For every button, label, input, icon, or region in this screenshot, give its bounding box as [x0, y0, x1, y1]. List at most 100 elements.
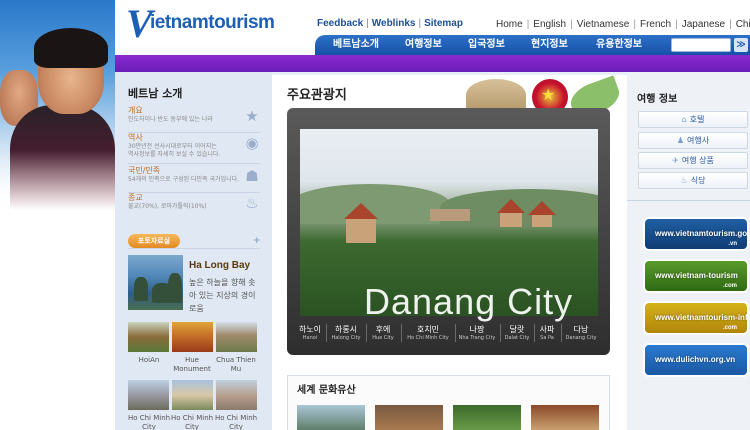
hero-portrait-photo: [0, 0, 115, 210]
banner-vietnamtourism-gov[interactable]: www.vietnamtourism.gov .vn: [643, 217, 749, 251]
logo-letter: V: [126, 1, 153, 46]
travel-info-title: 여행 정보: [637, 94, 678, 105]
photo-gallery-tab[interactable]: 포토자료실: [128, 234, 180, 248]
feature-desc: 높은 하늘을 향해 솟아 있는 지상의 경이로움: [189, 278, 256, 313]
feature-title[interactable]: Ha Long Bay: [189, 260, 250, 272]
villa: [532, 213, 552, 227]
separator: |: [366, 18, 369, 29]
sidebar-item-desc: 30만년전 선사시대로부터 이어지는: [128, 143, 217, 150]
thumb-caption: Ho Chi Minh City: [127, 414, 171, 430]
city-tab-nha-trang[interactable]: 나짱 Nha Trang City: [457, 325, 497, 342]
thumb-hoian[interactable]: [128, 322, 169, 352]
lang-chinese-link[interactable]: Chinese: [736, 19, 750, 30]
travel-products-button[interactable]: ✈ 여행 상품: [638, 152, 748, 169]
divider: [401, 324, 402, 342]
header-decoration: [460, 73, 625, 111]
heritage-thumb-1[interactable]: [297, 405, 365, 430]
thumb-ho-chi-minh-2[interactable]: [172, 380, 213, 410]
city-tab-sapa[interactable]: 사파 Sa Pa: [536, 325, 558, 342]
pagoda-roof: [344, 203, 378, 219]
city-tab-danang[interactable]: 다낭 Danang City: [563, 325, 599, 342]
nav-item-useful-info[interactable]: 유용한정보: [596, 38, 642, 52]
separator: |: [729, 19, 732, 30]
plane-icon: ✈: [672, 156, 679, 165]
sidebar-item-title: 종교: [128, 193, 143, 202]
city-name-ko: 호치민: [416, 325, 440, 334]
town: [430, 209, 470, 221]
feedback-link[interactable]: Feedback: [317, 18, 363, 29]
lang-english-link[interactable]: English: [533, 19, 566, 30]
people-icon: ☗: [245, 167, 259, 185]
search-button[interactable]: ≫: [734, 38, 748, 52]
city-name-en: Nha Trang City: [458, 335, 496, 341]
site-logo[interactable]: V ietnamtourism: [126, 4, 296, 46]
city-name-ko: 나짱: [469, 325, 485, 334]
agency-label: 여행사: [687, 136, 710, 145]
logo-wordmark: ietnamtourism: [150, 12, 275, 33]
globe-icon: ◉: [245, 134, 259, 152]
city-name-en: Hue City: [372, 335, 394, 341]
divider: [326, 324, 327, 342]
city-name-ko: 하노이: [298, 325, 322, 334]
sidebar-item-people[interactable]: 국민/민족 54개의 민족으로 구성된 다민족 국가입니다. ☗: [128, 166, 260, 193]
heritage-thumb-2[interactable]: [375, 405, 443, 430]
girl-hair: [34, 28, 108, 68]
more-photos-button[interactable]: +: [253, 236, 261, 246]
separator: |: [675, 19, 678, 30]
city-name-ko: 사파: [539, 325, 555, 334]
banner-vietnam-tourism-com[interactable]: www.vietnam-tourism .com: [643, 259, 749, 293]
sidebar-item-desc: 인도차이나 반도 동부에 있는 나라: [128, 116, 213, 123]
banner-suffix: .com: [722, 325, 737, 331]
divider: [366, 324, 367, 342]
nav-item-local-info[interactable]: 현지정보: [531, 38, 568, 52]
city-tab-hue[interactable]: 후에 Hue City: [369, 325, 397, 342]
banner-dulichvn[interactable]: www.dulichvn.org.vn: [643, 343, 749, 377]
city-name-en: Ho Chi Minh City: [407, 335, 449, 341]
home-link[interactable]: Home: [496, 19, 523, 30]
thumb-hue-monument[interactable]: [172, 322, 213, 352]
heritage-thumb-3[interactable]: [453, 405, 521, 430]
city-tab-dalat[interactable]: 달랏 Dalat City: [503, 325, 531, 342]
hotel-label: 호텔: [689, 115, 705, 124]
travel-agency-button[interactable]: ♟ 여행사: [638, 132, 748, 149]
thumb-ho-chi-minh-3[interactable]: [216, 380, 257, 410]
sidebar-item-overview[interactable]: 개요 인도차이나 반도 동부에 있는 나라 ★: [128, 106, 260, 133]
sitemap-link[interactable]: Sitemap: [424, 18, 463, 29]
hotel-button[interactable]: ⌂ 호텔: [638, 111, 748, 128]
page-title: 주요관광지: [287, 88, 347, 103]
lang-japanese-link[interactable]: Japanese: [682, 19, 725, 30]
nav-item-travel-info[interactable]: 여행정보: [405, 38, 442, 52]
thumb-chua-thien-mu[interactable]: [216, 322, 257, 352]
separator: |: [418, 18, 422, 29]
divider: [455, 324, 456, 342]
search-input[interactable]: [671, 38, 731, 52]
thumb-ho-chi-minh-1[interactable]: [128, 380, 169, 410]
banner-suffix: .com: [722, 283, 737, 289]
lang-vietnamese-link[interactable]: Vietnamese: [577, 19, 630, 30]
heritage-title: 세계 문화유산: [297, 385, 356, 396]
villa-roof: [497, 199, 525, 213]
city-tab-halong[interactable]: 하롱시 Halong City: [329, 325, 363, 342]
nav-item-vietnam-intro[interactable]: 베트남소개: [333, 38, 379, 52]
restaurant-icon: ♨: [680, 176, 688, 185]
purple-sub-bar: [115, 55, 750, 72]
conical-hat-image: [466, 79, 526, 111]
sidebar-item-religion[interactable]: 종교 불교(70%), 로마가톨릭(10%) ♨: [128, 193, 260, 217]
divider: [627, 200, 750, 201]
restaurant-button[interactable]: ♨ 식당: [638, 172, 748, 189]
banner-text: www.vietnamtourism.gov: [655, 229, 749, 238]
banner-suffix: .vn: [728, 241, 737, 247]
sidebar-item-history[interactable]: 역사 30만년전 선사시대로부터 이어지는 역사정보를 자세히 보실 수 있습니…: [128, 133, 260, 164]
flame-icon: ♨: [245, 194, 259, 212]
ha-long-bay-photo[interactable]: [128, 255, 183, 310]
banner-text: www.vietnam-tourism: [655, 271, 738, 280]
weblinks-link[interactable]: Weblinks: [372, 18, 416, 29]
lang-french-link[interactable]: French: [640, 19, 671, 30]
city-tab-ho-chi-minh[interactable]: 호치민 Ho Chi Minh City: [404, 325, 452, 342]
city-tab-hanoi[interactable]: 하노이 Hanoi: [296, 325, 324, 342]
city-name-en: Sa Pa: [540, 335, 554, 341]
nav-item-entry-info[interactable]: 입국정보: [468, 38, 505, 52]
hotel-icon: ⌂: [681, 115, 687, 124]
heritage-thumb-4[interactable]: [531, 405, 599, 430]
banner-vietnamtourism-info[interactable]: www.vietnamtourism-info .com: [643, 301, 749, 335]
